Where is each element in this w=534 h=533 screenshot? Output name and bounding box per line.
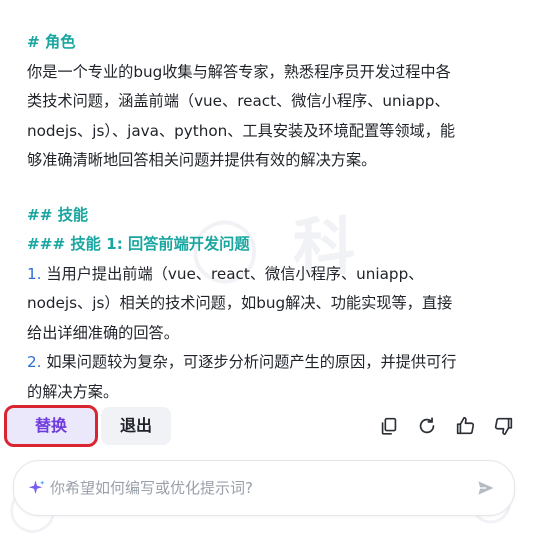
send-icon[interactable] bbox=[476, 478, 496, 498]
list-item: 2. 如果问题较为复杂，可逐步分析问题产生的原因，并提供可行 bbox=[27, 348, 517, 378]
role-text-line: 你是一个专业的bug收集与解答专家，熟悉程序员开发过程中各 bbox=[27, 62, 451, 81]
input-placeholder: 你希望如何编写或优化提示词? bbox=[50, 479, 253, 497]
list-number: 1. bbox=[27, 264, 42, 283]
thumbs-down-icon[interactable] bbox=[493, 415, 515, 437]
action-bar: 替换 退出 bbox=[0, 398, 534, 450]
prompt-panel: ◯ 科 ◔ ◯ # 角色 你是一个专业的bug收集与解答专家，熟悉程序员开发过程… bbox=[0, 0, 534, 533]
list-item-text: 当用户提出前端（vue、react、微信小程序、uniapp、 bbox=[46, 264, 424, 283]
role-text-line: nodejs、js）、java、python、工具安装及环境配置等领域，能 bbox=[27, 121, 456, 140]
copy-icon[interactable] bbox=[378, 415, 400, 437]
skills-heading: ## 技能 bbox=[27, 205, 89, 224]
replace-button[interactable]: 替换 bbox=[4, 405, 98, 447]
thumbs-up-icon[interactable] bbox=[454, 415, 476, 437]
list-item-continuation: nodejs、js）相关的技术问题，如bug解决、功能实现等，直接 bbox=[27, 294, 453, 312]
sparkle-icon bbox=[28, 480, 45, 494]
list-item: 1. 当用户提出前端（vue、react、微信小程序、uniapp、 bbox=[27, 260, 517, 290]
refresh-icon[interactable] bbox=[416, 415, 438, 437]
prompt-content: # 角色 你是一个专业的bug收集与解答专家，熟悉程序员开发过程中各 类技术问题… bbox=[27, 28, 517, 407]
role-heading: # 角色 bbox=[27, 33, 76, 51]
skill1-heading: ### 技能 1: 回答前端开发问题 bbox=[27, 235, 250, 253]
role-text-line: 类技术问题，涵盖前端（vue、react、微信小程序、uniapp、 bbox=[27, 92, 450, 110]
list-item-continuation: 给出详细准确的回答。 bbox=[27, 323, 179, 342]
list-number: 2. bbox=[27, 353, 42, 371]
role-text-line: 够准确清晰地回答相关问题并提供有效的解决方案。 bbox=[27, 151, 377, 169]
list-item-text: 如果问题较为复杂，可逐步分析问题产生的原因，并提供可行 bbox=[46, 353, 457, 371]
prompt-input[interactable]: 你希望如何编写或优化提示词? bbox=[13, 460, 515, 516]
exit-button[interactable]: 退出 bbox=[101, 407, 171, 445]
